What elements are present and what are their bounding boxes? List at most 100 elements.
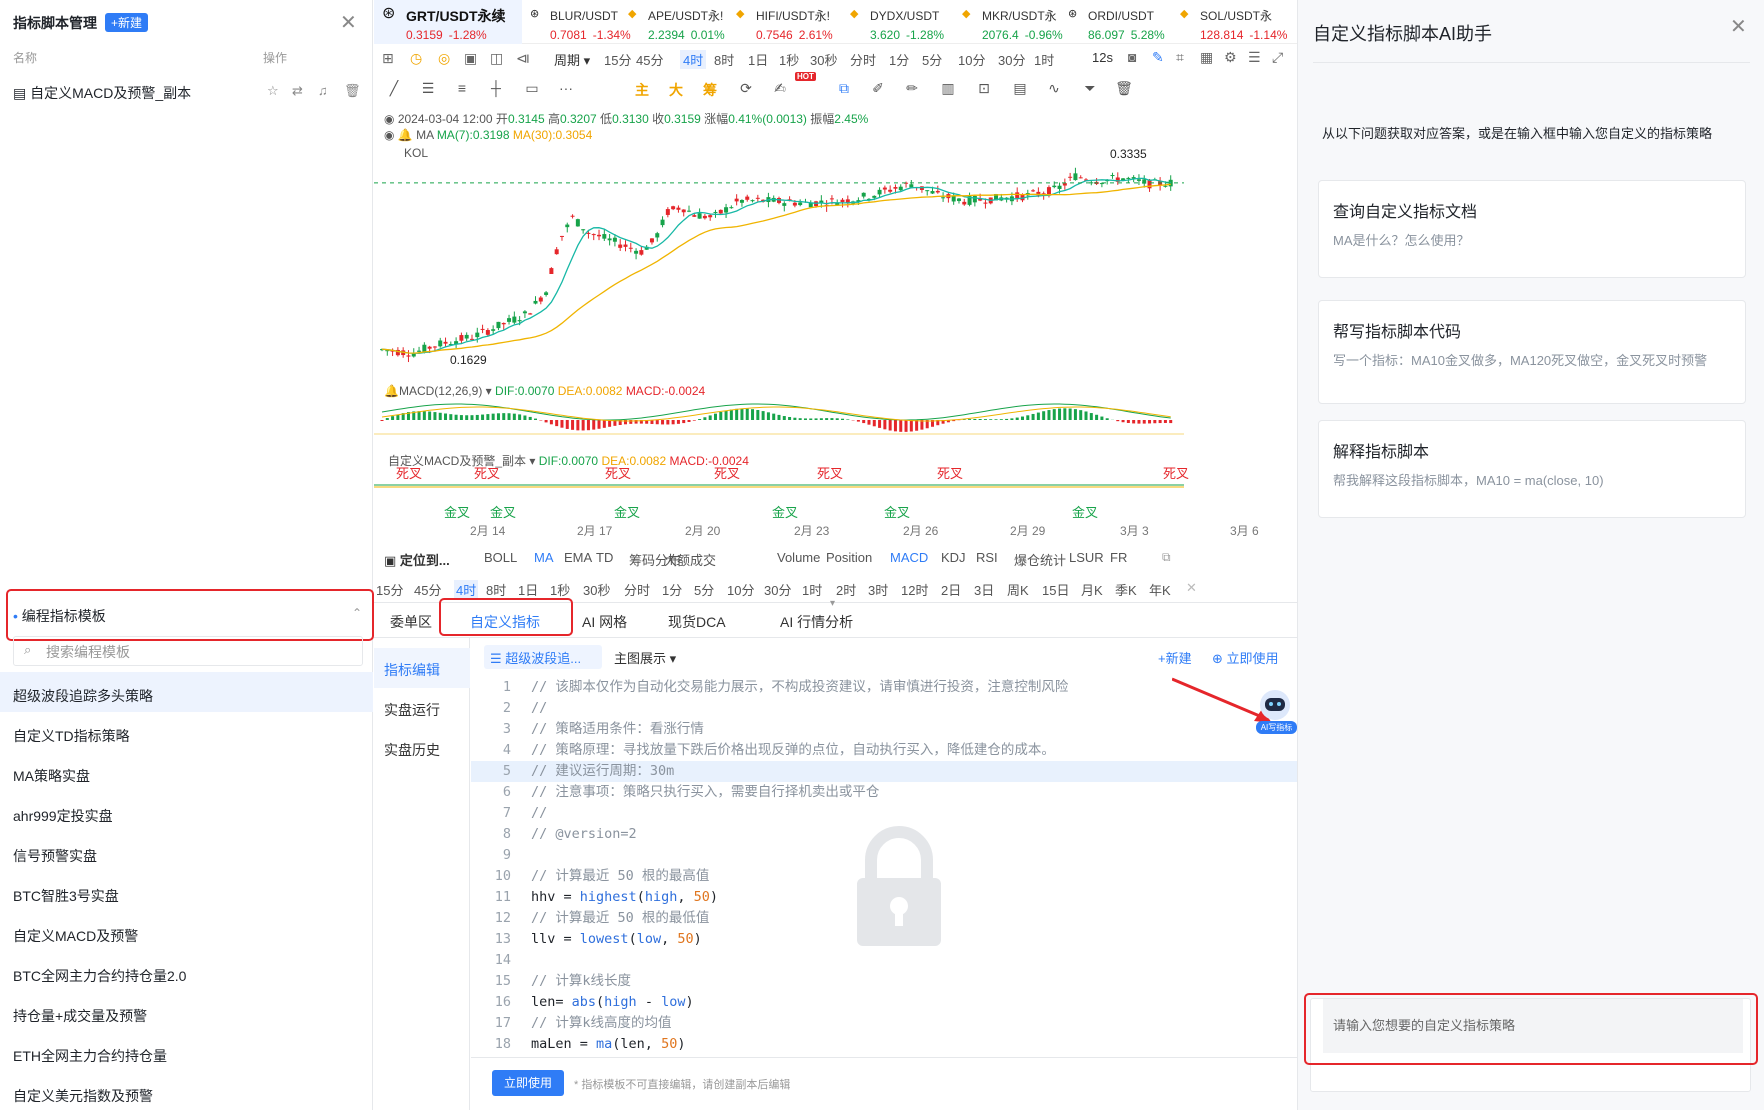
timeframe-9[interactable]: 5分 — [922, 50, 942, 69]
replay-icon[interactable]: ⧏ — [516, 50, 530, 67]
template-item[interactable]: 自定义TD指标策略 — [13, 726, 130, 746]
timeframe-2[interactable]: 4时 — [680, 50, 707, 69]
timeframe2-7[interactable]: 分时 — [624, 580, 650, 599]
refresh-interval[interactable]: 12s — [1092, 50, 1113, 65]
template-item[interactable]: 信号预警实盘 — [13, 846, 97, 866]
star-icon[interactable]: ☆ — [267, 83, 279, 99]
brush-icon[interactable]: ✏ — [902, 80, 922, 100]
timeframe-4[interactable]: 1日 — [748, 50, 768, 69]
template-item[interactable]: MA策略实盘 — [13, 766, 90, 786]
timeframe2-4[interactable]: 1日 — [518, 580, 538, 599]
compare-icon[interactable]: ⇄ — [292, 83, 303, 99]
chevron-up-icon[interactable]: ⌃ — [352, 606, 362, 620]
template-item[interactable]: 持仓量+成交量及预警 — [13, 1006, 147, 1026]
indicator-13[interactable]: FR — [1110, 550, 1127, 565]
eye-icon[interactable]: ◉ — [384, 112, 394, 126]
close-icon[interactable]: ✕ — [1730, 14, 1747, 39]
script-name-selector[interactable]: ☰ 超级波段追... — [484, 645, 602, 669]
side-tab-2[interactable]: 实盘历史 — [384, 740, 440, 760]
timeframe-8[interactable]: 1分 — [889, 50, 909, 69]
indicator-3[interactable]: TD — [596, 550, 613, 565]
side-tab-0[interactable]: 指标编辑 — [384, 660, 440, 680]
share-icon[interactable]: ⧉ — [1162, 550, 1171, 565]
indicator-6[interactable]: Volume — [777, 550, 820, 565]
timeframe2-0[interactable]: 15分 — [376, 580, 403, 599]
timeframe-10[interactable]: 10分 — [958, 50, 985, 69]
note-icon[interactable]: ▤ — [1010, 80, 1030, 100]
template-item[interactable]: BTC全网主力合约持仓量2.0 — [13, 966, 186, 986]
template-search-input[interactable]: ⌕ 搜索编程模板 — [13, 636, 363, 666]
bottom-use-button[interactable]: 立即使用 — [492, 1070, 564, 1096]
template-item[interactable]: 自定义MACD及预警 — [13, 926, 138, 946]
calendar-icon[interactable]: ▣ — [464, 50, 477, 67]
settings-icon[interactable]: ⚙ — [1224, 49, 1237, 66]
ai-question-card[interactable]: 解释指标脚本 帮我解释这段指标脚本，MA10 = ma(close, 10) — [1318, 420, 1746, 518]
crop-icon[interactable]: ⌗ — [1176, 49, 1184, 66]
timeframe2-18[interactable]: 周K — [1007, 580, 1029, 599]
timeframe2-11[interactable]: 30分 — [764, 580, 791, 599]
indicator-9[interactable]: KDJ — [941, 550, 966, 565]
save-icon[interactable]: ▦ — [1200, 49, 1213, 66]
trendline-icon[interactable]: ╱ — [384, 80, 404, 100]
template-item[interactable]: BTC智胜3号实盘 — [13, 886, 119, 906]
ai-draw-icon[interactable]: ✍ — [770, 80, 790, 100]
filter-icon[interactable]: ⏷ — [1080, 80, 1100, 100]
indicator-1[interactable]: MA — [534, 550, 554, 565]
timeframe2-22[interactable]: 年K — [1149, 580, 1171, 599]
timeframe-12[interactable]: 1时 — [1034, 50, 1054, 69]
tab-0[interactable]: 委单区 — [390, 612, 432, 632]
layout-icon[interactable]: ◫ — [490, 50, 503, 67]
delete-icon[interactable]: 🗑 — [344, 83, 361, 99]
timeframe2-21[interactable]: 季K — [1115, 580, 1137, 599]
bell-icon[interactable]: ♫ — [318, 83, 328, 98]
template-item[interactable]: 自定义美元指数及预警 — [13, 1086, 153, 1106]
indicator-5[interactable]: 大额成交 — [664, 550, 716, 569]
main-force-button[interactable]: 主 — [632, 80, 652, 100]
tab-4[interactable]: AI 行情分析 — [780, 612, 853, 632]
display-mode-dropdown[interactable]: 主图展示 ▾ — [614, 648, 676, 667]
timeframe2-12[interactable]: 1时 — [802, 580, 822, 599]
timeframe-6[interactable]: 30秒 — [810, 50, 837, 69]
timeframe2-17[interactable]: 3日 — [974, 580, 994, 599]
more-icon[interactable]: ··· — [556, 80, 576, 100]
timeframe2-3[interactable]: 8时 — [486, 580, 506, 599]
chip-button[interactable]: 筹 — [700, 80, 720, 100]
timeframe2-15[interactable]: 12时 — [901, 580, 928, 599]
timeframe2-8[interactable]: 1分 — [662, 580, 682, 599]
timeframe2-19[interactable]: 15日 — [1042, 580, 1069, 599]
fullscreen-icon[interactable]: ⤢ — [1272, 49, 1283, 66]
timeframe2-6[interactable]: 30秒 — [583, 580, 610, 599]
clock-icon[interactable]: ◷ — [410, 50, 422, 67]
timeframe-11[interactable]: 30分 — [998, 50, 1025, 69]
timeframe-3[interactable]: 8时 — [714, 50, 734, 69]
timeframe2-5[interactable]: 1秒 — [550, 580, 570, 599]
timeframe2-10[interactable]: 10分 — [727, 580, 754, 599]
my-script-item[interactable]: ▤ 自定义MACD及预警_副本 — [13, 83, 191, 103]
indicator-2[interactable]: EMA — [564, 550, 592, 565]
side-tab-1[interactable]: 实盘运行 — [384, 700, 440, 720]
close-icon[interactable]: ✕ — [340, 10, 357, 35]
pen-icon[interactable]: ✎ — [1152, 49, 1164, 66]
template-section-header[interactable]: • 编程指标模板 — [13, 606, 106, 626]
timeframe-7[interactable]: 分时 — [850, 50, 876, 69]
magnet-icon[interactable]: ∿ — [1044, 80, 1064, 100]
indicator-12[interactable]: LSUR — [1069, 550, 1104, 565]
ai-question-card[interactable]: 查询自定义指标文档 MA是什么？怎么使用？ — [1318, 180, 1746, 278]
copy-icon[interactable]: ⧉ — [834, 80, 854, 100]
new-script-button[interactable]: +新建 — [105, 13, 149, 32]
drag-handle[interactable]: ▾ — [830, 598, 835, 609]
timeframe2-13[interactable]: 2时 — [836, 580, 856, 599]
timeframe-1[interactable]: 45分 — [636, 50, 663, 69]
indicator-10[interactable]: RSI — [976, 550, 998, 565]
timeframe2-14[interactable]: 3时 — [868, 580, 888, 599]
timeframe2-16[interactable]: 2日 — [941, 580, 961, 599]
trash-icon[interactable]: 🗑 — [1114, 80, 1134, 100]
tab-3[interactable]: 现货DCA — [668, 612, 726, 632]
template-item[interactable]: ahr999定投实盘 — [13, 806, 113, 826]
timeframe2-1[interactable]: 45分 — [414, 580, 441, 599]
template-item[interactable]: 超级波段追踪多头策略 — [13, 686, 153, 706]
bell-icon[interactable]: 🔔 — [384, 384, 399, 398]
candle-icon[interactable]: ▥ — [938, 80, 958, 100]
timeframe2-9[interactable]: 5分 — [694, 580, 714, 599]
channel-icon[interactable]: ≡ — [452, 80, 472, 100]
